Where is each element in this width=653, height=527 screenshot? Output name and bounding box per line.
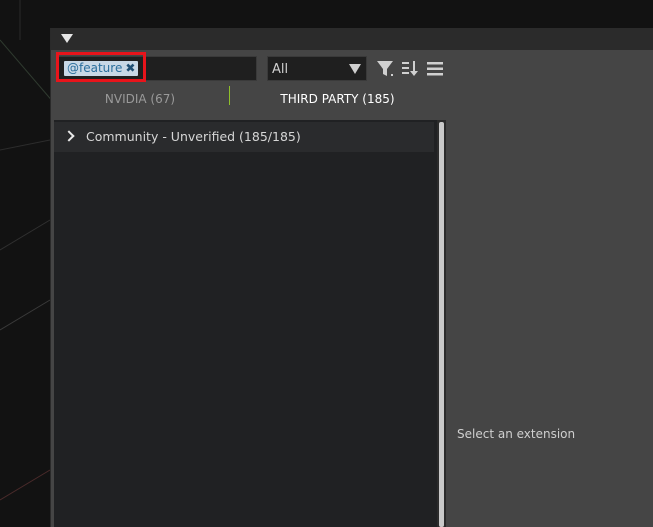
detail-panel: Select an extension [447,120,653,527]
dropdown-value: All [272,62,289,77]
sort-icon[interactable] [400,59,420,79]
detail-placeholder: Select an extension [457,427,576,441]
scrollbar-thumb[interactable] [439,122,444,527]
collapse-arrow-icon[interactable] [61,34,73,43]
filter-icon[interactable] [376,59,396,79]
tab-bar: NVIDIA (67) THIRD PARTY (185) [51,86,446,112]
tag-close-icon[interactable]: ✖ [125,61,135,76]
extension-list: Community - Unverified (185/185) [54,120,438,527]
tab-nvidia[interactable]: NVIDIA (67) [51,86,229,112]
menu-icon[interactable] [425,59,445,79]
filter-dropdown[interactable]: All [267,56,367,81]
chevron-right-icon [63,130,75,142]
list-scrollbar[interactable] [437,120,446,527]
dropdown-arrow-icon [349,64,361,74]
extensions-window: @feature ✖ All NVIDIA (67) THIRD PARTY (1… [50,28,653,527]
search-input[interactable]: @feature ✖ [58,56,257,81]
search-tag-label: @feature [67,61,123,75]
tab-third-party[interactable]: THIRD PARTY (185) [229,86,446,112]
window-titlebar [51,28,653,50]
tab-active-indicator [229,86,230,105]
search-tag: @feature ✖ [64,61,139,76]
list-group-label: Community - Unverified (185/185) [86,129,301,144]
list-group-community[interactable]: Community - Unverified (185/185) [54,122,434,152]
